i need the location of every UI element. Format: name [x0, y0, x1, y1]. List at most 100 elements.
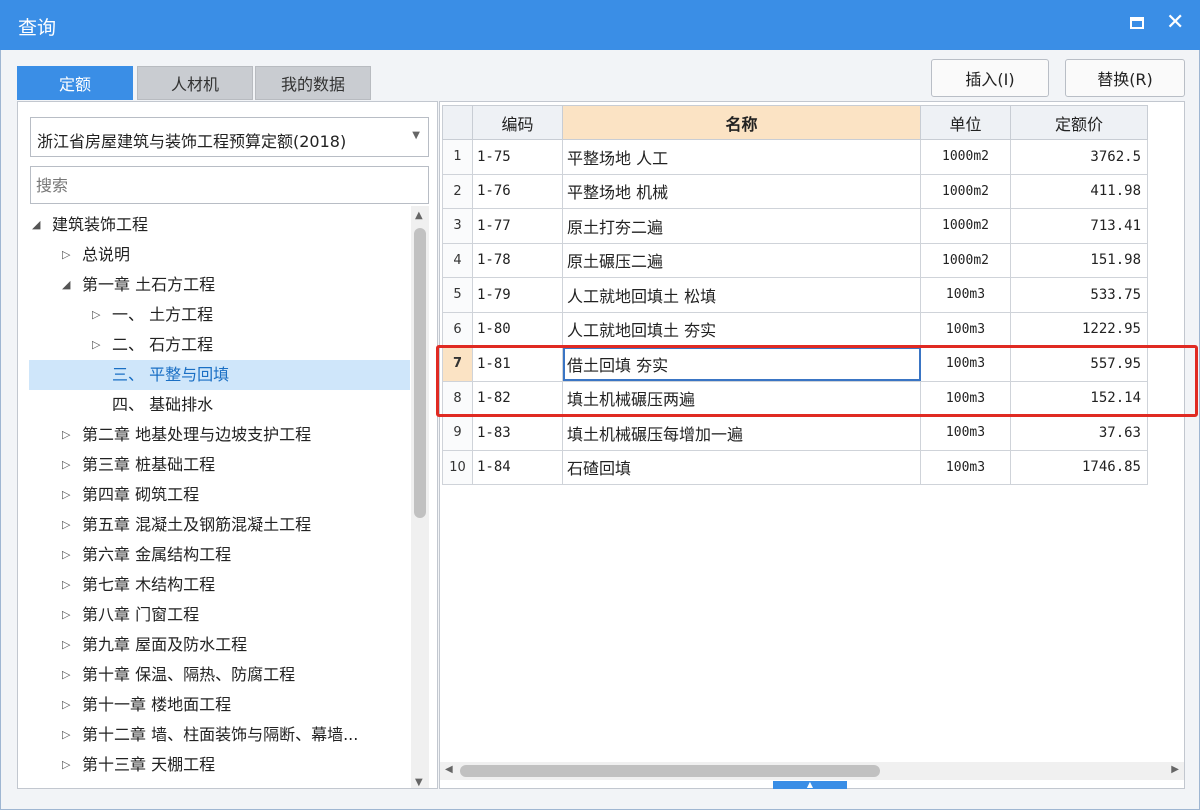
scroll-down-icon[interactable]: ▼	[415, 777, 423, 788]
unit-cell[interactable]: 100m3	[920, 449, 1011, 485]
grid-horizontal-scrollbar[interactable]: ◀ ▶	[440, 762, 1184, 780]
scrollbar-thumb[interactable]	[414, 228, 426, 518]
collapse-triangle-icon[interactable]: ▷	[62, 660, 70, 690]
name-cell[interactable]: 填土机械碾压每增加一遍	[562, 415, 921, 451]
collapse-triangle-icon[interactable]: ▷	[62, 420, 70, 450]
panel-splitter-handle[interactable]: ▲	[773, 781, 847, 789]
table-row[interactable]: 2 1-76 平整场地 机械 1000m2 411.98	[442, 173, 1148, 209]
collapse-triangle-icon[interactable]: ▷	[62, 750, 70, 780]
tree-item[interactable]: ◢ 第一章 土石方工程	[18, 270, 410, 300]
code-cell[interactable]: 1-84	[472, 449, 563, 485]
tree-item[interactable]: ▷ 第二章 地基处理与边坡支护工程	[18, 420, 410, 450]
table-row[interactable]: 3 1-77 原土打夯二遍 1000m2 713.41	[442, 208, 1148, 244]
name-cell[interactable]: 平整场地 机械	[562, 173, 921, 209]
search-input[interactable]	[30, 166, 429, 204]
tree-item[interactable]: ▷ 第十二章 墙、柱面装饰与隔断、幕墙...	[18, 720, 410, 750]
row-number-cell[interactable]: 9	[442, 415, 473, 451]
row-number-cell[interactable]: 4	[442, 242, 473, 278]
row-number-cell[interactable]: 5	[442, 277, 473, 313]
table-row[interactable]: 4 1-78 原土碾压二遍 1000m2 151.98	[442, 242, 1148, 278]
row-number-cell[interactable]: 6	[442, 311, 473, 347]
collapse-triangle-icon[interactable]: ▷	[62, 630, 70, 660]
name-cell[interactable]: 原土碾压二遍	[562, 242, 921, 278]
code-cell[interactable]: 1-75	[472, 139, 563, 175]
scroll-up-icon[interactable]: ▲	[415, 210, 423, 221]
expand-triangle-icon[interactable]: ◢	[32, 210, 40, 240]
code-cell[interactable]: 1-80	[472, 311, 563, 347]
close-icon[interactable]: ✕	[1166, 9, 1184, 37]
name-cell[interactable]: 平整场地 人工	[562, 139, 921, 175]
column-header-price[interactable]: 定额价	[1010, 105, 1148, 140]
price-cell[interactable]: 151.98	[1010, 242, 1148, 278]
tree-item[interactable]: 三、 平整与回填	[29, 360, 410, 390]
name-cell[interactable]: 人工就地回填土 夯实	[562, 311, 921, 347]
code-cell[interactable]: 1-76	[472, 173, 563, 209]
price-cell[interactable]: 3762.5	[1010, 139, 1148, 175]
price-cell[interactable]: 533.75	[1010, 277, 1148, 313]
tree-item[interactable]: ▷ 第九章 屋面及防水工程	[18, 630, 410, 660]
tree-item[interactable]: ▷ 第五章 混凝土及钢筋混凝土工程	[18, 510, 410, 540]
scroll-right-icon[interactable]: ▶	[1171, 764, 1179, 775]
unit-cell[interactable]: 100m3	[920, 277, 1011, 313]
maximize-icon[interactable]	[1130, 17, 1144, 29]
price-cell[interactable]: 1746.85	[1010, 449, 1148, 485]
tree-vertical-scrollbar[interactable]: ▲ ▼	[411, 206, 429, 788]
tree-item[interactable]: ▷ 第七章 木结构工程	[18, 570, 410, 600]
tree-item[interactable]: ◢ 建筑装饰工程	[18, 210, 410, 240]
tab-my-data[interactable]: 我的数据	[255, 66, 371, 100]
unit-cell[interactable]: 1000m2	[920, 173, 1011, 209]
collapse-triangle-icon[interactable]: ▷	[62, 450, 70, 480]
collapse-triangle-icon[interactable]: ▷	[62, 600, 70, 630]
tree-item[interactable]: ▷ 第十三章 天棚工程	[18, 750, 410, 780]
collapse-triangle-icon[interactable]: ▷	[62, 240, 70, 270]
tab-labor-material-machine[interactable]: 人材机	[137, 66, 253, 100]
column-header-unit[interactable]: 单位	[920, 105, 1011, 140]
tree-item[interactable]: ▷ 二、 石方工程	[18, 330, 410, 360]
collapse-triangle-icon[interactable]: ▷	[92, 300, 100, 330]
code-cell[interactable]: 1-78	[472, 242, 563, 278]
unit-cell[interactable]: 1000m2	[920, 242, 1011, 278]
name-cell[interactable]: 人工就地回填土 松填	[562, 277, 921, 313]
row-number-cell[interactable]: 3	[442, 208, 473, 244]
tree-item[interactable]: ▷ 第十一章 楼地面工程	[18, 690, 410, 720]
table-row[interactable]: 1 1-75 平整场地 人工 1000m2 3762.5	[442, 139, 1148, 175]
collapse-triangle-icon[interactable]: ▷	[62, 540, 70, 570]
code-cell[interactable]: 1-77	[472, 208, 563, 244]
tree-item[interactable]: 四、 基础排水	[18, 390, 410, 420]
table-row[interactable]: 6 1-80 人工就地回填土 夯实 100m3 1222.95	[442, 311, 1148, 347]
unit-cell[interactable]: 1000m2	[920, 208, 1011, 244]
code-cell[interactable]: 1-83	[472, 415, 563, 451]
table-row[interactable]: 10 1-84 石碴回填 100m3 1746.85	[442, 449, 1148, 485]
name-cell[interactable]: 石碴回填	[562, 449, 921, 485]
table-row[interactable]: 9 1-83 填土机械碾压每增加一遍 100m3 37.63	[442, 415, 1148, 451]
name-cell[interactable]: 原土打夯二遍	[562, 208, 921, 244]
tree-item[interactable]: ▷ 一、 土方工程	[18, 300, 410, 330]
unit-cell[interactable]: 1000m2	[920, 139, 1011, 175]
collapse-triangle-icon[interactable]: ▷	[62, 480, 70, 510]
tree-item[interactable]: ▷ 第六章 金属结构工程	[18, 540, 410, 570]
collapse-triangle-icon[interactable]: ▷	[62, 690, 70, 720]
row-number-cell[interactable]: 2	[442, 173, 473, 209]
replace-button[interactable]: 替换(R)	[1065, 59, 1185, 97]
expand-triangle-icon[interactable]: ◢	[62, 270, 70, 300]
tree-item[interactable]: ▷ 总说明	[18, 240, 410, 270]
tree-item[interactable]: ▷ 第三章 桩基础工程	[18, 450, 410, 480]
scroll-left-icon[interactable]: ◀	[445, 764, 453, 775]
collapse-triangle-icon[interactable]: ▷	[62, 720, 70, 750]
column-header-code[interactable]: 编码	[472, 105, 563, 140]
tree-item[interactable]: ▷ 第八章 门窗工程	[18, 600, 410, 630]
tab-quota[interactable]: 定额	[17, 66, 133, 100]
price-cell[interactable]: 37.63	[1010, 415, 1148, 451]
scrollbar-thumb[interactable]	[460, 765, 880, 777]
column-header-name[interactable]: 名称	[562, 105, 921, 140]
unit-cell[interactable]: 100m3	[920, 311, 1011, 347]
row-number-cell[interactable]: 10	[442, 449, 473, 485]
collapse-triangle-icon[interactable]: ▷	[92, 330, 100, 360]
code-cell[interactable]: 1-79	[472, 277, 563, 313]
insert-button[interactable]: 插入(I)	[931, 59, 1049, 97]
table-row[interactable]: 5 1-79 人工就地回填土 松填 100m3 533.75	[442, 277, 1148, 313]
tree-item[interactable]: ▷ 第四章 砌筑工程	[18, 480, 410, 510]
price-cell[interactable]: 713.41	[1010, 208, 1148, 244]
collapse-triangle-icon[interactable]: ▷	[62, 570, 70, 600]
tree-item[interactable]: ▷ 第十章 保温、隔热、防腐工程	[18, 660, 410, 690]
